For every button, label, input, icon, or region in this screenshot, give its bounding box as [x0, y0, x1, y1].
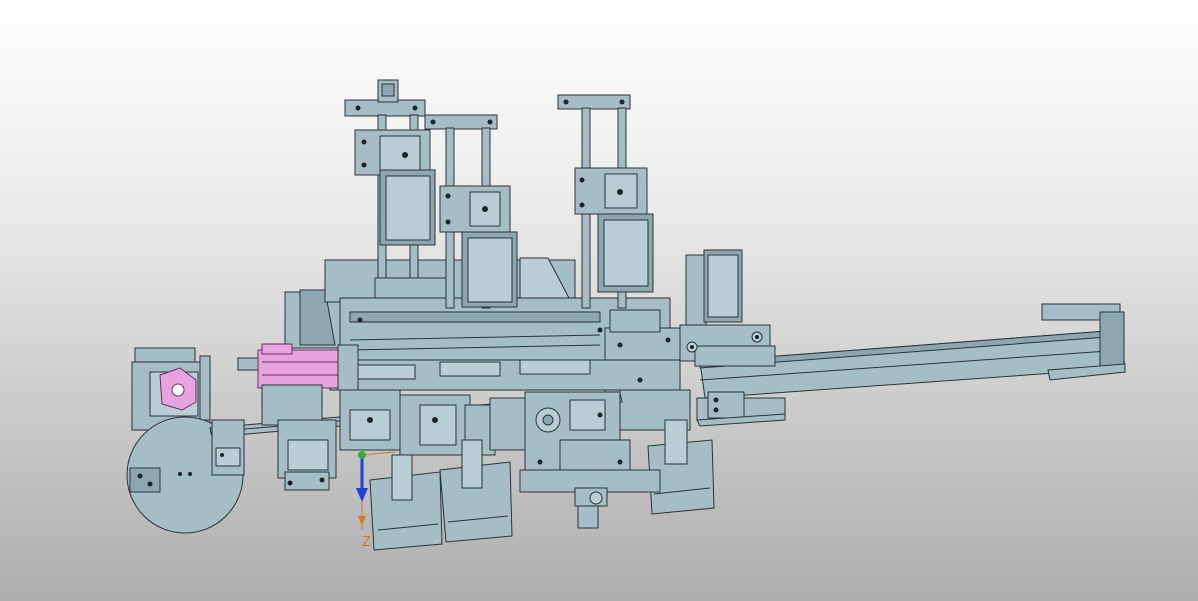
highlighted-motor[interactable]: [237, 343, 359, 391]
3d-viewport[interactable]: Z: [0, 0, 1198, 601]
lower-left-mechanism[interactable]: [211, 384, 337, 491]
left-bracket[interactable]: [131, 347, 211, 431]
right-motor-block[interactable]: [679, 249, 776, 367]
cad-model-view[interactable]: Z: [0, 0, 1198, 601]
origin-marker: [358, 451, 366, 459]
z-axis-arrow-head: [356, 488, 368, 502]
z-axis-label: Z: [362, 535, 371, 550]
